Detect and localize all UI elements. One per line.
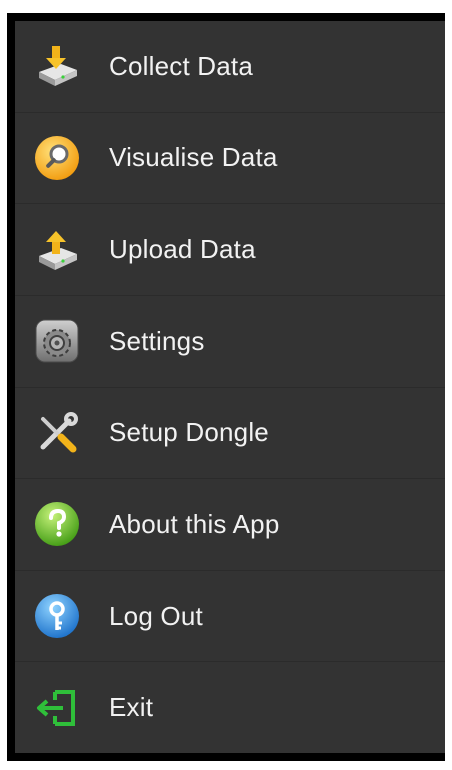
menu-item-collect-data[interactable]: Collect Data — [15, 21, 445, 113]
menu-item-upload-data[interactable]: Upload Data — [15, 204, 445, 296]
upload-data-icon — [33, 226, 81, 274]
menu-item-about-this-app[interactable]: About this App — [15, 479, 445, 571]
menu-item-label: Visualise Data — [109, 142, 278, 173]
menu-item-label: Exit — [109, 692, 154, 723]
help-icon — [33, 500, 81, 548]
gear-icon — [33, 317, 81, 365]
navigation-drawer: Collect Data Visualise Data Upload Data … — [15, 21, 445, 753]
collect-data-icon — [33, 42, 81, 90]
key-icon — [33, 592, 81, 640]
tools-icon — [33, 409, 81, 457]
exit-icon — [33, 684, 81, 732]
app-frame: Collect Data Visualise Data Upload Data … — [7, 13, 445, 761]
menu-item-label: Log Out — [109, 600, 203, 631]
menu-item-label: Collect Data — [109, 50, 254, 81]
menu-item-setup-dongle[interactable]: Setup Dongle — [15, 388, 445, 480]
menu-item-label: Upload Data — [109, 234, 256, 265]
menu-item-exit[interactable]: Exit — [15, 662, 445, 753]
menu-item-label: Setup Dongle — [109, 417, 269, 448]
menu-item-settings[interactable]: Settings — [15, 296, 445, 388]
menu-item-label: About this App — [109, 508, 280, 539]
menu-item-log-out[interactable]: Log Out — [15, 571, 445, 663]
magnifier-icon — [33, 134, 81, 182]
menu-item-visualise-data[interactable]: Visualise Data — [15, 113, 445, 205]
menu-item-label: Settings — [109, 325, 205, 356]
